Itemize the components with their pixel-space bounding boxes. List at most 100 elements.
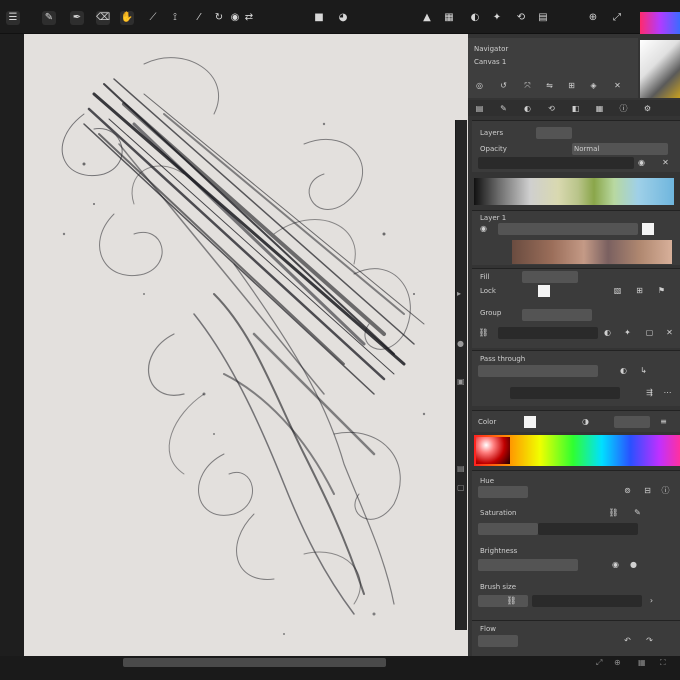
pen-icon[interactable]: ✒ — [70, 11, 84, 25]
delete-icon[interactable]: ✕ — [664, 327, 675, 338]
palette-icon[interactable]: ◕ — [336, 11, 350, 25]
rotate-icon[interactable]: ↻ — [212, 11, 226, 25]
brush-size-field[interactable] — [478, 595, 528, 607]
lock-all-icon[interactable]: ⚑ — [656, 285, 667, 296]
grid-icon[interactable]: ▦ — [638, 659, 646, 667]
lock-icon[interactable]: ⊟ — [642, 485, 653, 496]
redo-icon[interactable]: ↷ — [644, 635, 655, 646]
navigator-thumbnail[interactable] — [640, 40, 680, 98]
fill-field[interactable] — [522, 271, 578, 283]
camera-icon[interactable]: ◉ — [610, 559, 621, 570]
reset-icon[interactable]: ⊚ — [622, 485, 633, 496]
settings-tab-icon[interactable]: ⚙ — [642, 103, 653, 114]
fx-icon[interactable]: ✦ — [622, 327, 633, 338]
view-icon[interactable]: ◈ — [588, 80, 599, 91]
fit-icon[interactable]: ⤧ — [522, 80, 533, 91]
group-name-field[interactable] — [498, 327, 598, 339]
brush-icon[interactable]: ✎ — [42, 11, 56, 25]
fullscreen-icon[interactable]: ⛶ — [660, 659, 668, 667]
panel-collapse-strip[interactable] — [455, 120, 467, 630]
gradient-preview[interactable] — [474, 178, 674, 205]
visibility-icon[interactable]: ◉ — [228, 11, 242, 25]
collapse-icon[interactable]: ▸ — [457, 290, 465, 298]
window-icon[interactable]: ▢ — [457, 484, 465, 492]
hex-field[interactable] — [614, 416, 650, 428]
menu-icon[interactable]: ☰ — [6, 11, 20, 25]
zoom-icon[interactable]: ⊕ — [586, 11, 600, 25]
zoom-out-icon[interactable]: ◎ — [474, 80, 485, 91]
opacity-field[interactable] — [536, 127, 572, 139]
hue-field[interactable] — [478, 486, 528, 498]
lock-position-icon[interactable]: ⊞ — [634, 285, 645, 296]
adjust-tab-icon[interactable]: ◧ — [570, 103, 581, 114]
rotate-icon[interactable]: ↺ — [498, 80, 509, 91]
saturation-slider[interactable] — [538, 523, 638, 535]
color-tab-icon[interactable]: ◐ — [522, 103, 533, 114]
layer-mask-thumbnail[interactable] — [642, 223, 654, 235]
color-swatch[interactable] — [640, 12, 680, 34]
layer-search-field[interactable] — [478, 157, 634, 169]
mirror-icon[interactable]: ⇄ — [242, 11, 256, 25]
brush-tab-icon[interactable]: ✎ — [498, 103, 509, 114]
brightness-field[interactable] — [478, 559, 578, 571]
eyedropper-icon[interactable]: ✎ — [632, 507, 643, 518]
expand-icon[interactable]: › — [646, 595, 657, 606]
settings-icon[interactable]: ▤ — [536, 11, 550, 25]
smudge-icon[interactable]: ✋ — [120, 11, 134, 25]
effects-icon[interactable]: ✦ — [490, 11, 504, 25]
toggle-icon[interactable]: ◑ — [580, 416, 591, 427]
new-layer-icon[interactable]: ▢ — [644, 327, 655, 338]
layers-tab-icon[interactable]: ▤ — [474, 103, 485, 114]
link-icon[interactable]: ⛓ — [608, 507, 619, 518]
close-icon[interactable]: ✕ — [612, 80, 623, 91]
adjust-icon[interactable]: ◐ — [468, 11, 482, 25]
close-icon[interactable]: ✕ — [660, 157, 671, 168]
expand-icon[interactable]: ⤢ — [610, 11, 624, 25]
group-field[interactable] — [522, 309, 592, 321]
swatches-tab-icon[interactable]: ▦ — [594, 103, 605, 114]
panel-icon[interactable]: ▣ — [457, 378, 465, 386]
history-tab-icon[interactable]: ⟲ — [546, 103, 557, 114]
link-icon[interactable]: ⛓ — [506, 595, 517, 606]
select-icon[interactable]: ⟋ — [146, 11, 160, 25]
lasso-icon[interactable]: ⟟ — [168, 11, 182, 25]
canvas[interactable] — [24, 34, 468, 656]
image-icon[interactable]: ▦ — [442, 11, 456, 25]
brush-size-slider[interactable] — [532, 595, 642, 607]
layer-icon[interactable]: ■ — [312, 11, 326, 25]
camera-icon[interactable]: ◉ — [636, 157, 647, 168]
menu-icon[interactable]: ≡ — [658, 416, 669, 427]
horizontal-scrollbar[interactable] — [123, 658, 386, 667]
flow-field[interactable] — [478, 635, 518, 647]
visibility-icon[interactable]: ◉ — [478, 223, 489, 234]
undo-icon[interactable]: ↶ — [622, 635, 633, 646]
menu-icon[interactable]: ⋯ — [662, 387, 673, 398]
pin-icon[interactable]: ● — [457, 340, 465, 348]
saturation-picker[interactable] — [476, 437, 510, 464]
layer-row-field[interactable] — [498, 223, 638, 235]
saturation-field[interactable] — [478, 523, 538, 535]
adjust-icon[interactable]: ◐ — [618, 365, 629, 376]
zoom-icon[interactable]: ⊕ — [614, 659, 622, 667]
eraser-icon[interactable]: ⌫ — [96, 11, 110, 25]
crop-icon[interactable]: ⊞ — [566, 80, 577, 91]
shape-icon[interactable]: ▲ — [420, 11, 434, 25]
photo-layer-thumbnail[interactable] — [512, 240, 672, 264]
record-icon[interactable]: ● — [628, 559, 639, 570]
arrow-icon[interactable]: ↳ — [638, 365, 649, 376]
mask-icon[interactable]: ◐ — [602, 327, 613, 338]
lock-pixels-icon[interactable]: ▧ — [612, 285, 623, 296]
layout-icon[interactable]: ▤ — [457, 465, 465, 473]
lock-swatch[interactable] — [538, 285, 550, 297]
share-icon[interactable]: ⇶ — [644, 387, 655, 398]
transform-icon[interactable]: ⟲ — [514, 11, 528, 25]
info-tab-icon[interactable]: ⓘ — [618, 103, 629, 114]
search-field[interactable] — [510, 387, 620, 399]
link-icon[interactable]: ⛓ — [478, 327, 489, 338]
info-icon[interactable]: ⓘ — [660, 485, 671, 496]
fit-icon[interactable]: ⤢ — [596, 659, 604, 667]
flip-icon[interactable]: ⇋ — [544, 80, 555, 91]
eyedropper-icon[interactable]: ⁄ — [192, 11, 206, 25]
primary-color-swatch[interactable] — [524, 416, 536, 428]
mode-field[interactable] — [478, 365, 598, 377]
